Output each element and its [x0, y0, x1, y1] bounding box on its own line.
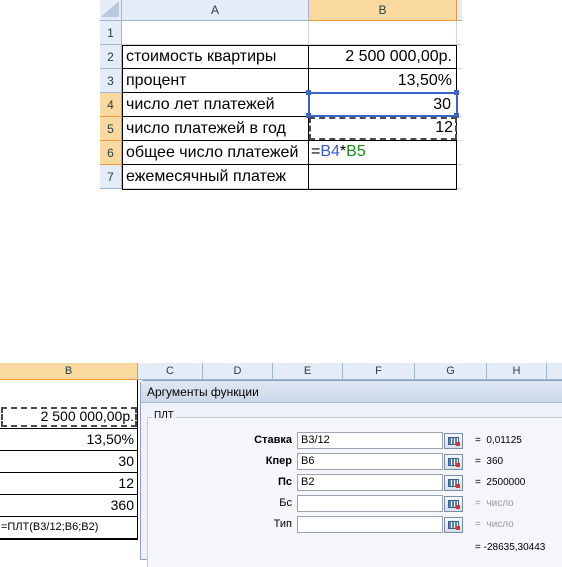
cell-b5[interactable]: 12 [308, 116, 458, 141]
column-header-c[interactable] [457, 0, 462, 21]
cell-a5[interactable]: число платежей в год [123, 118, 289, 140]
function-result: = -28635,30443 [475, 542, 546, 553]
cell-b2[interactable]: 2 500 000,00р. [309, 46, 457, 68]
column-header-h[interactable]: H [487, 363, 547, 380]
cell-b3[interactable]: 13,50% [0, 429, 138, 450]
divider [122, 68, 457, 69]
arg-label-pv: Пс [277, 476, 292, 488]
cell-a6[interactable]: общее число платежей [123, 142, 301, 164]
arg-label-type: Тип [273, 518, 292, 530]
arg-result-fv: = число [475, 498, 514, 509]
arg-result-pv: = 2500000 [475, 477, 526, 488]
arg-input-nper[interactable]: B6 [297, 453, 443, 470]
row-header[interactable]: 1 [100, 21, 122, 45]
row-header[interactable]: 7 [100, 165, 122, 189]
row-header[interactable]: 2 [100, 45, 122, 69]
range-picker-icon[interactable] [444, 496, 463, 512]
cell-a2[interactable]: стоимость квартиры [123, 46, 279, 68]
arg-result-type: = число [475, 519, 514, 530]
cell-a7[interactable]: ежемесячный платеж [123, 166, 289, 188]
column-header-f[interactable]: F [343, 363, 415, 380]
cell-b2[interactable]: 2 500 000,00р. [0, 406, 138, 428]
arg-input-type[interactable] [297, 516, 443, 533]
column-header-b[interactable]: B [0, 363, 138, 380]
cell-a3[interactable]: процент [123, 70, 190, 92]
cell-b4[interactable]: 30 [308, 92, 458, 117]
cell-b6[interactable]: 360 [0, 495, 138, 516]
range-picker-icon[interactable] [444, 433, 463, 449]
column-header-e[interactable]: E [273, 363, 343, 380]
column-header-a[interactable]: A [122, 0, 309, 21]
dialog-title: Аргументы функции [147, 385, 259, 399]
cell-b4[interactable]: 30 [0, 451, 138, 472]
arg-result-nper: = 360 [475, 456, 504, 467]
range-picker-icon[interactable] [444, 454, 463, 470]
formula-equals: = [311, 143, 321, 160]
column-header-i[interactable] [547, 363, 562, 380]
arg-input-rate[interactable]: B3/12 [297, 432, 443, 449]
cell-b6-formula[interactable]: =B4*B5 [309, 141, 457, 164]
bottom-spreadsheet: B C D E F G H 2 500 000,00р. 13,50% 30 1… [0, 363, 562, 567]
dialog-title-bar[interactable]: Аргументы функции [141, 381, 562, 403]
function-arguments-dialog[interactable]: Аргументы функции ПЛТ Ставка B3/12 = 0,0… [140, 380, 562, 567]
range-picker-icon[interactable] [444, 517, 463, 533]
cell-b7-formula[interactable]: =ПЛТ(B3/12;B6;B2) [0, 517, 138, 540]
arg-input-fv[interactable] [297, 495, 443, 512]
column-header-c[interactable]: C [138, 363, 203, 380]
top-spreadsheet: A B 1 2 3 4 5 6 7 стоимость квартиры про… [100, 0, 462, 193]
cell-b7[interactable] [309, 165, 457, 189]
arg-label-rate: Ставка [254, 434, 292, 446]
formula-ref-b5: B5 [346, 143, 366, 160]
row-header[interactable]: 5 [100, 117, 122, 141]
column-header-d[interactable]: D [203, 363, 273, 380]
arg-label-fv: Бс [279, 497, 292, 509]
row-header[interactable]: 4 [100, 93, 122, 117]
column-header-b[interactable]: B [309, 0, 457, 21]
range-handle[interactable] [454, 90, 459, 95]
cell-a4[interactable]: число лет платежей [123, 94, 278, 116]
column-header-g[interactable]: G [415, 363, 487, 380]
range-handle[interactable] [306, 90, 311, 95]
cell-b3[interactable]: 13,50% [309, 70, 457, 92]
cell-b5[interactable]: 12 [0, 473, 138, 494]
arg-result-rate: = 0,01125 [475, 435, 522, 446]
row-header[interactable]: 3 [100, 69, 122, 93]
arg-label-nper: Кпер [265, 455, 292, 467]
select-all-corner[interactable] [100, 0, 122, 21]
arg-input-pv[interactable]: B2 [297, 474, 443, 491]
range-picker-icon[interactable] [444, 475, 463, 491]
row-header[interactable]: 6 [100, 141, 122, 165]
function-name: ПЛТ [152, 410, 176, 421]
formula-ref-b4: B4 [320, 143, 340, 160]
